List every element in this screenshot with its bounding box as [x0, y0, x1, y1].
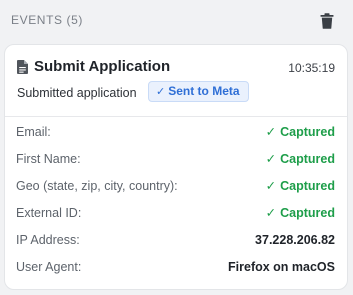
field-value: Captured [280, 125, 335, 139]
field-label: Geo (state, zip, city, country): [16, 179, 178, 193]
field-row-email: Email: ✓ Captured [5, 119, 347, 146]
check-icon: ✓ [265, 206, 277, 220]
field-row-external-id: External ID: ✓ Captured [5, 200, 347, 227]
event-timestamp: 10:35:19 [288, 61, 335, 75]
field-status: ✓ Captured [266, 206, 335, 221]
field-status: ✓ Captured [266, 125, 335, 140]
field-value: Captured [280, 179, 335, 193]
field-label: External ID: [16, 206, 82, 220]
field-row-first-name: First Name: ✓ Captured [5, 146, 347, 173]
field-value: Captured [280, 152, 335, 166]
field-row-ip-address: IP Address: 37.228.206.82 [5, 227, 347, 254]
check-icon: ✓ [265, 179, 277, 193]
trash-icon[interactable] [320, 13, 334, 29]
check-icon: ✓ [265, 125, 277, 139]
field-value: Firefox on macOS [228, 260, 335, 274]
event-fields: Email: ✓ Captured First Name: ✓ Captured G… [5, 119, 347, 281]
event-card: Submit Application 10:35:19 Submitted ap… [4, 44, 348, 290]
event-description: Submitted application [17, 86, 137, 100]
events-title: EVENTS (5) [11, 13, 84, 27]
field-row-user-agent: User Agent: Firefox on macOS [5, 254, 347, 281]
field-row-geo: Geo (state, zip, city, country): ✓ Captur… [5, 173, 347, 200]
event-card-header: Submit Application 10:35:19 Submitted ap… [5, 45, 347, 117]
sent-to-meta-badge: ✓ Sent to Meta [148, 81, 249, 102]
field-status: ✓ Captured [266, 152, 335, 167]
field-status: ✓ Captured [266, 179, 335, 194]
field-value: Captured [280, 206, 335, 220]
document-icon [17, 60, 28, 74]
field-label: Email: [16, 125, 51, 139]
field-label: User Agent: [16, 260, 82, 274]
check-icon: ✓ [156, 86, 166, 98]
badge-label: Sent to Meta [168, 84, 240, 98]
event-name: Submit Application [34, 58, 171, 75]
field-label: IP Address: [16, 233, 80, 247]
field-value: 37.228.206.82 [255, 233, 335, 247]
field-label: First Name: [16, 152, 81, 166]
check-icon: ✓ [265, 152, 277, 166]
events-header: EVENTS (5) [0, 0, 353, 40]
